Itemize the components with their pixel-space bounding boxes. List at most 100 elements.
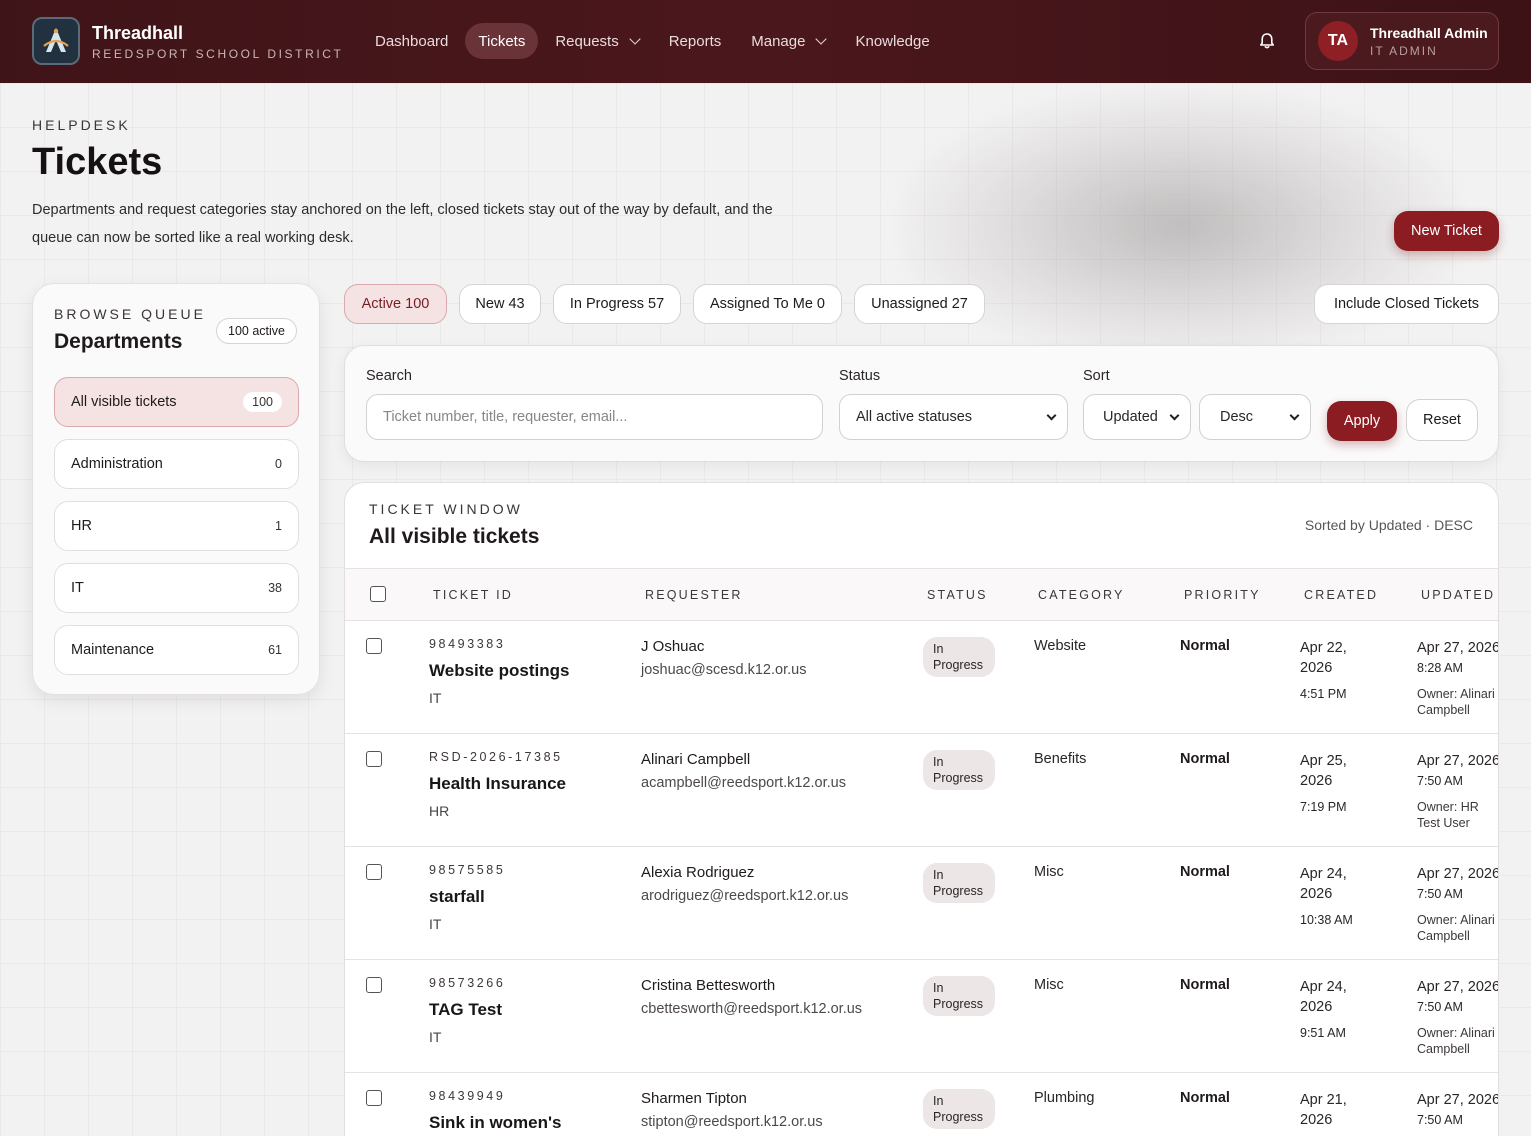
col-category[interactable]: CATEGORY: [1038, 588, 1125, 602]
created-date: Apr 21, 2026: [1300, 1092, 1347, 1128]
reset-button[interactable]: Reset: [1406, 399, 1478, 441]
chip-active[interactable]: Active 100: [344, 284, 447, 324]
ticket-category: Benefits: [1034, 751, 1087, 767]
table-row[interactable]: 98493383 Website postings IT J Oshuac jo…: [345, 621, 1499, 734]
table-header: TICKET ID REQUESTER STATUS CATEGORY PRIO…: [345, 568, 1498, 621]
chip-assigned-to-me[interactable]: Assigned To Me 0: [693, 284, 842, 324]
row-checkbox[interactable]: [366, 638, 382, 654]
ticket-department: IT: [429, 1029, 442, 1045]
bell-icon[interactable]: [1257, 31, 1277, 51]
chevron-down-icon: [815, 33, 828, 45]
created-time: 10:38 AM: [1300, 913, 1353, 927]
dept-label: IT: [71, 580, 84, 596]
status-label: Status: [839, 368, 881, 384]
row-checkbox[interactable]: [366, 1090, 382, 1106]
ticket-title[interactable]: TAG Test: [429, 1000, 502, 1020]
dept-label: Administration: [71, 456, 163, 472]
dept-all-visible[interactable]: All visible tickets 100: [54, 377, 299, 427]
requester-email: cbettesworth@reedsport.k12.or.us: [641, 1001, 863, 1017]
dept-count: 100: [243, 392, 282, 412]
dept-it[interactable]: IT 38: [54, 563, 299, 613]
ticket-owner: Owner: Alinari Campbell: [1417, 913, 1495, 943]
table-row[interactable]: RSD-2026-17385 Health Insurance HR Alina…: [345, 734, 1499, 847]
nav-manage[interactable]: Manage: [738, 23, 838, 59]
requester-name: Sharmen Tipton: [641, 1090, 747, 1107]
ticket-category: Website: [1034, 638, 1087, 654]
search-input[interactable]: Ticket number, title, requester, email..…: [366, 394, 823, 440]
user-menu[interactable]: TA Threadhall Admin IT ADMIN: [1305, 12, 1499, 70]
ticket-category: Misc: [1034, 977, 1064, 993]
requester-name: Alexia Rodriguez: [641, 864, 755, 881]
table-row[interactable]: 98575585 starfall IT Alexia Rodriguez ar…: [345, 847, 1499, 960]
ticket-owner: Owner: Alinari Campbell: [1417, 687, 1495, 717]
select-all-checkbox[interactable]: [370, 586, 386, 602]
updated-date: Apr 27, 2026: [1417, 866, 1499, 882]
col-status[interactable]: STATUS: [927, 588, 988, 602]
main-nav: Dashboard Tickets Requests Reports Manag…: [362, 23, 943, 59]
sort-field-select[interactable]: Updated: [1083, 394, 1191, 440]
sidebar-eyebrow: BROWSE QUEUE: [54, 306, 206, 322]
sort-direction-select[interactable]: Desc: [1199, 394, 1311, 440]
col-priority[interactable]: PRIORITY: [1184, 588, 1261, 602]
ticket-title[interactable]: Sink in women's: [429, 1113, 562, 1133]
requester-email: arodriguez@reedsport.k12.or.us: [641, 888, 849, 904]
col-ticket-id[interactable]: TICKET ID: [433, 588, 513, 602]
nav-label: Tickets: [478, 32, 526, 50]
requester-name: Alinari Campbell: [641, 751, 751, 768]
col-requester[interactable]: REQUESTER: [645, 588, 743, 602]
col-created[interactable]: CREATED: [1304, 588, 1378, 602]
ticket-title[interactable]: Health Insurance: [429, 774, 566, 794]
status-badge: In Progress: [923, 1089, 995, 1129]
table-title: All visible tickets: [369, 525, 540, 548]
table-eyebrow: TICKET WINDOW: [369, 501, 523, 517]
nav-dashboard[interactable]: Dashboard: [362, 23, 461, 59]
dept-label: All visible tickets: [71, 394, 177, 410]
user-name: Threadhall Admin: [1370, 25, 1488, 41]
nav-reports[interactable]: Reports: [656, 23, 735, 59]
new-ticket-button[interactable]: New Ticket: [1394, 211, 1499, 251]
row-checkbox[interactable]: [366, 751, 382, 767]
ticket-department: IT: [429, 690, 442, 706]
chevron-down-icon: [1046, 410, 1057, 421]
status-badge: In Progress: [923, 976, 995, 1016]
ticket-title[interactable]: starfall: [429, 887, 485, 907]
created-cell: Apr 22, 2026 4:51 PM: [1300, 638, 1370, 704]
dept-maintenance[interactable]: Maintenance 61: [54, 625, 299, 675]
created-cell: Apr 21, 2026: [1300, 1090, 1370, 1136]
row-checkbox[interactable]: [366, 864, 382, 880]
row-checkbox[interactable]: [366, 977, 382, 993]
ticket-title[interactable]: Website postings: [429, 661, 569, 681]
threadhall-logo[interactable]: [32, 17, 80, 65]
nav-tickets[interactable]: Tickets: [465, 23, 539, 59]
chip-in-progress[interactable]: In Progress 57: [553, 284, 681, 324]
dept-administration[interactable]: Administration 0: [54, 439, 299, 489]
updated-date: Apr 27, 2026: [1417, 640, 1499, 656]
created-date: Apr 24, 2026: [1300, 866, 1347, 902]
ticket-priority: Normal: [1180, 977, 1230, 993]
ticket-category: Misc: [1034, 864, 1064, 880]
ticket-priority: Normal: [1180, 864, 1230, 880]
updated-date: Apr 27, 2026: [1417, 753, 1499, 769]
dept-hr[interactable]: HR 1: [54, 501, 299, 551]
nav-requests[interactable]: Requests: [542, 23, 651, 59]
requester-email: acampbell@reedsport.k12.or.us: [641, 775, 846, 791]
ticket-department: IT: [429, 916, 442, 932]
include-closed-toggle[interactable]: Include Closed Tickets: [1314, 284, 1499, 324]
chip-unassigned[interactable]: Unassigned 27: [854, 284, 985, 324]
dept-count: 1: [275, 519, 282, 533]
table-row[interactable]: 98439949 Sink in women's Sharmen Tipton …: [345, 1073, 1498, 1136]
chip-new[interactable]: New 43: [459, 284, 541, 324]
col-updated[interactable]: UPDATED: [1421, 588, 1495, 602]
ticket-department: HR: [429, 803, 450, 819]
dept-count: 38: [268, 581, 282, 595]
created-date: Apr 22, 2026: [1300, 640, 1347, 676]
status-select[interactable]: All active statuses: [839, 394, 1068, 440]
table-row[interactable]: 98573266 TAG Test IT Cristina Betteswort…: [345, 960, 1498, 1073]
updated-cell: Apr 27, 2026 7:50 AM Owner: Alinari Camp…: [1417, 864, 1499, 944]
apply-button[interactable]: Apply: [1327, 401, 1397, 441]
updated-cell: Apr 27, 2026 7:50 AM Owner: Alinari Camp…: [1417, 977, 1498, 1057]
dept-count: 0: [275, 457, 282, 471]
top-navigation-bar: Threadhall REEDSPORT SCHOOL DISTRICT Das…: [0, 0, 1531, 83]
updated-time: 7:50 AM: [1417, 774, 1463, 788]
nav-knowledge[interactable]: Knowledge: [842, 23, 942, 59]
